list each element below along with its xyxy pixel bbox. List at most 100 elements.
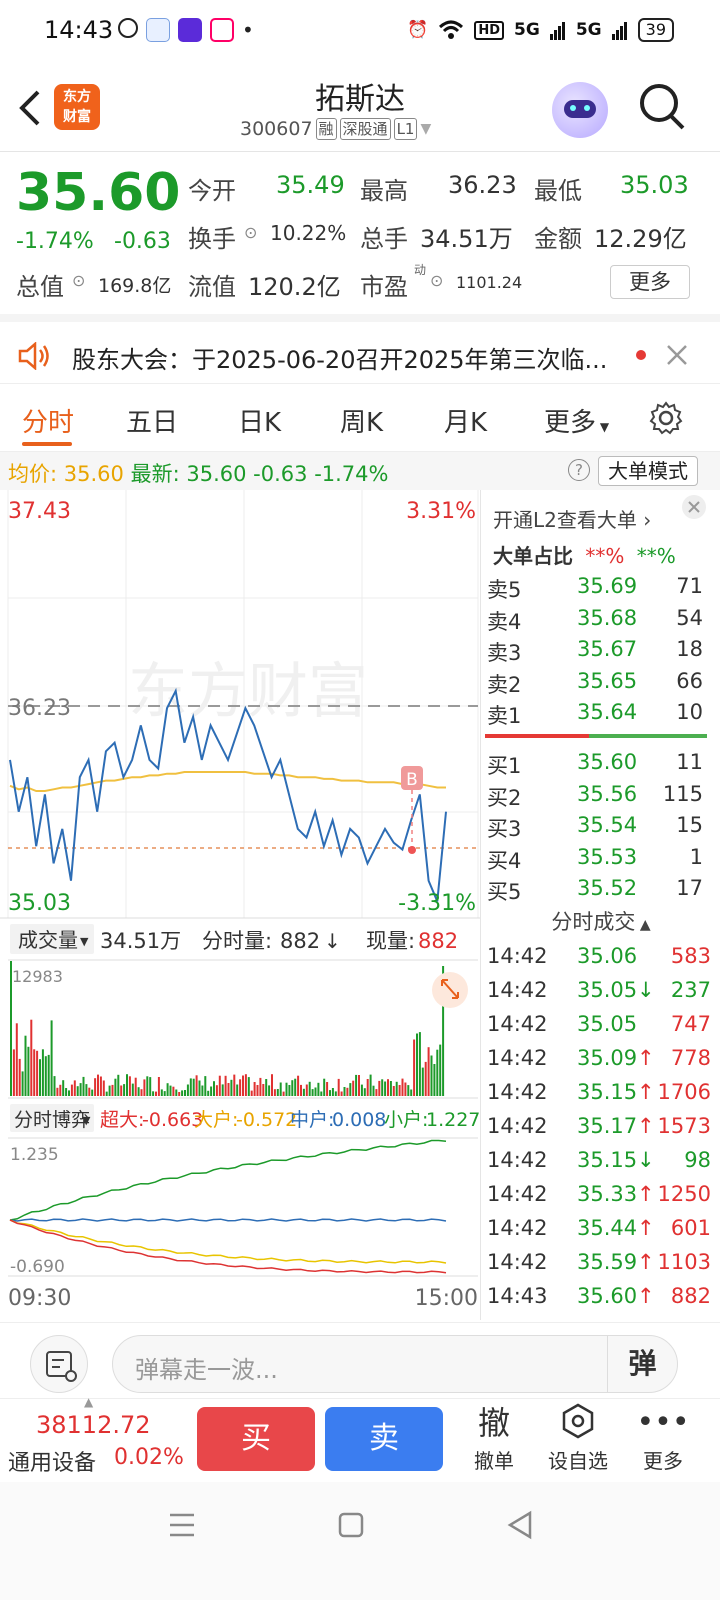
mid-label: 中户: bbox=[290, 1109, 334, 1131]
app-notification-icon bbox=[118, 18, 138, 38]
bid-row: 买3 35.54 15 bbox=[487, 813, 711, 844]
volume-bar bbox=[302, 1088, 305, 1096]
search-icon[interactable] bbox=[638, 82, 686, 132]
volume-bar bbox=[436, 1049, 439, 1096]
open-l2-link[interactable]: 开通L2查看大单 › bbox=[493, 504, 651, 533]
volume-bar bbox=[430, 1055, 433, 1096]
volume-bar bbox=[410, 1089, 413, 1096]
volume-bar bbox=[343, 1087, 346, 1096]
volume-bar bbox=[123, 1084, 126, 1096]
back-icon[interactable] bbox=[506, 1510, 534, 1540]
help-icon[interactable]: ? bbox=[568, 459, 590, 481]
add-watchlist-button[interactable]: 设自选 bbox=[543, 1401, 613, 1474]
volume-bar bbox=[160, 1089, 163, 1096]
trades-title[interactable]: 分时成交 ▲ bbox=[481, 906, 720, 936]
danmu-input[interactable]: 弹幕走一波... 弹 bbox=[112, 1335, 678, 1393]
tab-intraday[interactable]: 分时 bbox=[22, 402, 74, 439]
large-label: 大户: bbox=[194, 1109, 238, 1131]
chart-tabs: 分时 五日 日K 周K 月K 更多 ▼ bbox=[0, 390, 720, 452]
trade-price: 35.60 bbox=[577, 1284, 638, 1308]
tab-five-day[interactable]: 五日 bbox=[126, 402, 178, 439]
signal-icon bbox=[549, 22, 565, 40]
volume-bar bbox=[128, 1076, 131, 1096]
volume-bar bbox=[152, 1091, 155, 1096]
volume-bar bbox=[247, 1077, 250, 1096]
stock-code-line[interactable]: 300607 融 深股通 L1 ▼ bbox=[240, 118, 431, 140]
menu-icon[interactable] bbox=[168, 1512, 196, 1538]
level-price: 35.69 bbox=[577, 574, 638, 598]
volume-bar bbox=[285, 1082, 288, 1096]
notice-banner[interactable]: 股东大会：于2025-06-20召开2025年第三次临... bbox=[0, 314, 720, 384]
danmu-placeholder: 弹幕走一波... bbox=[135, 1356, 278, 1384]
large-value: -0.572 bbox=[236, 1109, 297, 1131]
level-volume: 71 bbox=[676, 574, 703, 598]
current-price: 35.60 bbox=[16, 163, 181, 223]
sell-button[interactable]: 卖 bbox=[325, 1407, 443, 1471]
system-status: ⏰ HD 5G 5G 39 bbox=[407, 18, 674, 42]
volume-label: 总手 bbox=[360, 225, 408, 253]
danmu-toggle-button[interactable]: 弹 bbox=[607, 1336, 677, 1392]
volume-bar bbox=[21, 1071, 24, 1096]
volume-bar bbox=[68, 1090, 70, 1096]
close-icon[interactable] bbox=[681, 494, 707, 520]
tab-weekly-k[interactable]: 周K bbox=[340, 402, 383, 439]
price-chart[interactable]: 东方财富 B 37.43 3.31% 36.23 35.03 -3.31% 成交… bbox=[0, 490, 480, 1320]
stock-header: 东方 财富 拓斯达 300607 融 深股通 L1 ▼ bbox=[0, 62, 720, 152]
trade-time: 14:42 bbox=[487, 1012, 548, 1036]
trade-time: 14:42 bbox=[487, 978, 548, 1002]
notification-icons: • bbox=[118, 18, 254, 42]
high-value: 36.23 bbox=[448, 171, 517, 199]
sector-index[interactable]: ▲ 38112.72 通用设备 0.02% bbox=[0, 1395, 190, 1483]
volume-bars bbox=[10, 961, 445, 1096]
cancel-order-button[interactable]: 撤 撤单 bbox=[459, 1401, 529, 1474]
level-volume: 66 bbox=[676, 668, 703, 693]
stock-name: 拓斯达 bbox=[315, 82, 405, 117]
pe-value: 1101.24 bbox=[456, 273, 523, 292]
info-icon[interactable]: ⊙ bbox=[244, 223, 257, 242]
buy-button[interactable]: 买 bbox=[197, 1407, 315, 1471]
time-start-label: 09:30 bbox=[8, 1286, 71, 1311]
ai-assistant-icon[interactable] bbox=[552, 82, 608, 138]
intraday-chart-area[interactable]: 东方财富 B 37.43 3.31% 36.23 35.03 -3.31% 成交… bbox=[0, 490, 480, 1320]
settings-gear-icon[interactable] bbox=[648, 400, 684, 436]
big-order-mode-button[interactable]: 大单模式 bbox=[598, 456, 698, 486]
stock-code: 300607 bbox=[240, 118, 313, 140]
time-end-label: 15:00 bbox=[415, 1286, 478, 1311]
danmu-settings-button[interactable] bbox=[30, 1335, 88, 1393]
trade-volume: 1103 bbox=[657, 1250, 711, 1274]
close-icon[interactable] bbox=[666, 344, 688, 366]
volume-bar bbox=[155, 1091, 157, 1096]
volume-bar bbox=[111, 1084, 114, 1096]
volume-bar bbox=[340, 1091, 343, 1096]
volume-bar bbox=[273, 1089, 276, 1096]
volume-bar bbox=[381, 1079, 384, 1096]
tab-daily-k[interactable]: 日K bbox=[238, 402, 281, 439]
level-label: 卖5 bbox=[487, 578, 522, 602]
trade-direction: ↑ bbox=[637, 1182, 655, 1206]
tab-monthly-k[interactable]: 月K bbox=[444, 402, 487, 439]
volume-bar bbox=[175, 1089, 178, 1096]
order-book-panel: 开通L2查看大单 › 大单占比 **% **% 卖5 35.69 71 卖4 35.68… bbox=[480, 490, 720, 1320]
more-actions-button[interactable]: ••• 更多 bbox=[628, 1401, 698, 1474]
super-large-investor-line bbox=[9, 1219, 447, 1274]
home-icon[interactable] bbox=[338, 1512, 364, 1538]
trade-direction: ↑ bbox=[637, 1250, 655, 1274]
info-icon[interactable]: ⊙ bbox=[72, 271, 85, 290]
volume-bar bbox=[355, 1074, 358, 1096]
more-notifications-dot: • bbox=[242, 18, 254, 42]
small-value: 1.227 bbox=[426, 1109, 480, 1131]
volume-bar bbox=[363, 1088, 366, 1096]
trade-time: 14:42 bbox=[487, 1046, 548, 1070]
level-label: 卖1 bbox=[487, 704, 522, 728]
volume-bar bbox=[172, 1086, 175, 1096]
info-icon[interactable]: ⊙ bbox=[430, 271, 443, 290]
volume-bar bbox=[94, 1078, 97, 1096]
volume-bar bbox=[207, 1090, 210, 1096]
more-quote-button[interactable]: 更多 bbox=[610, 265, 690, 299]
trade-volume: 1573 bbox=[657, 1114, 711, 1138]
avg-price-value: 35.60 bbox=[63, 462, 124, 486]
level-label: 买5 bbox=[487, 880, 522, 904]
trade-volume: 1250 bbox=[657, 1182, 711, 1206]
tab-more[interactable]: 更多 ▼ bbox=[544, 402, 609, 439]
turnover-value: 10.22% bbox=[270, 221, 347, 245]
